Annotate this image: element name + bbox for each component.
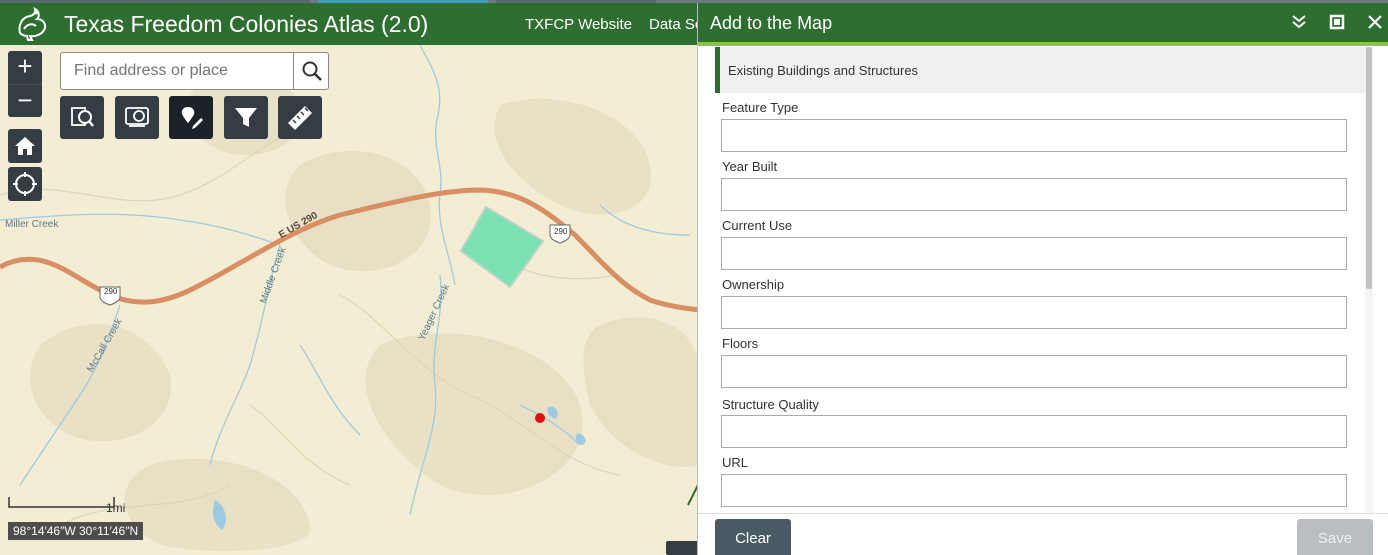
- panel-accent-bar: [698, 42, 1388, 46]
- save-button[interactable]: Save: [1297, 519, 1373, 555]
- layers-tool-icon: [125, 107, 149, 127]
- terrain-basemap: [0, 45, 700, 555]
- clear-button[interactable]: Clear: [715, 519, 791, 555]
- map-view[interactable]: Miller Creek E US 290 290 290 Middle Cre…: [0, 45, 700, 555]
- app-title: Texas Freedom Colonies Atlas (2.0): [64, 11, 429, 37]
- structure-quality-input[interactable]: [721, 415, 1347, 448]
- collapse-icon[interactable]: [1290, 13, 1308, 31]
- app-window: Texas Freedom Colonies Atlas (2.0) TXFCP…: [0, 0, 1388, 555]
- map-label-shield-290-b: 290: [554, 227, 568, 236]
- locate-icon: [13, 172, 37, 196]
- coordinate-readout: 98°14′46″W 30°11′46″N: [8, 522, 144, 540]
- field-label-url: URL: [722, 455, 749, 470]
- scale-bar: [8, 497, 115, 508]
- data-sources-link[interactable]: Data Sc: [649, 16, 702, 34]
- field-label-current-use: Current Use: [722, 218, 793, 233]
- feature-point: [535, 413, 545, 423]
- edit-tool-icon: [181, 107, 203, 129]
- zoom-control: + −: [8, 51, 42, 117]
- sankofa-bird-logo: [18, 7, 47, 41]
- maximize-icon[interactable]: [1328, 13, 1346, 31]
- edit-tool-button[interactable]: [169, 96, 213, 139]
- zoom-out-button[interactable]: −: [8, 84, 42, 117]
- feature-type-input[interactable]: [721, 119, 1347, 152]
- field-label-floors: Floors: [722, 336, 759, 351]
- layer-selector[interactable]: Existing Buildings and Structures: [715, 47, 1365, 93]
- floors-input[interactable]: [721, 355, 1347, 388]
- search-button[interactable]: [293, 53, 328, 89]
- layers-tool-button[interactable]: [115, 96, 159, 139]
- url-input[interactable]: [721, 474, 1347, 507]
- close-icon[interactable]: [1366, 13, 1384, 31]
- panel-scrollbar-thumb[interactable]: [1366, 47, 1372, 289]
- field-label-feature-type: Feature Type: [722, 100, 799, 115]
- measure-icon: [288, 106, 312, 130]
- home-button[interactable]: [8, 129, 42, 163]
- panel-header: Add to the Map: [698, 3, 1388, 42]
- filter-icon: [235, 108, 257, 127]
- panel-footer-divider: [698, 513, 1388, 514]
- field-label-ownership: Ownership: [722, 277, 785, 292]
- ownership-input[interactable]: [721, 296, 1347, 329]
- field-label-year-built: Year Built: [722, 159, 778, 174]
- panel-title: Add to the Map: [710, 13, 833, 33]
- scale-label: 1mi: [106, 501, 126, 515]
- layer-name: Existing Buildings and Structures: [728, 63, 919, 78]
- query-tool-button[interactable]: [60, 96, 104, 139]
- map-label-miller-creek: Miller Creek: [5, 219, 59, 230]
- year-built-input[interactable]: [721, 178, 1347, 211]
- txfcp-website-link[interactable]: TXFCP Website: [525, 16, 632, 34]
- add-to-map-panel: Add to the Map Existing Buildings and St…: [697, 3, 1388, 555]
- map-label-shield-290-a: 290: [104, 287, 118, 296]
- search-input[interactable]: [61, 53, 293, 89]
- measure-tool-button[interactable]: [278, 96, 322, 139]
- locate-button[interactable]: [8, 167, 42, 201]
- current-use-input[interactable]: [721, 237, 1347, 270]
- search-tool-icon: [71, 107, 94, 127]
- zoom-in-button[interactable]: +: [8, 51, 42, 84]
- home-icon: [15, 137, 35, 155]
- search-box: [60, 52, 329, 90]
- field-label-structure-quality: Structure Quality: [722, 397, 819, 412]
- search-icon: [302, 61, 322, 81]
- filter-tool-button[interactable]: [224, 96, 268, 139]
